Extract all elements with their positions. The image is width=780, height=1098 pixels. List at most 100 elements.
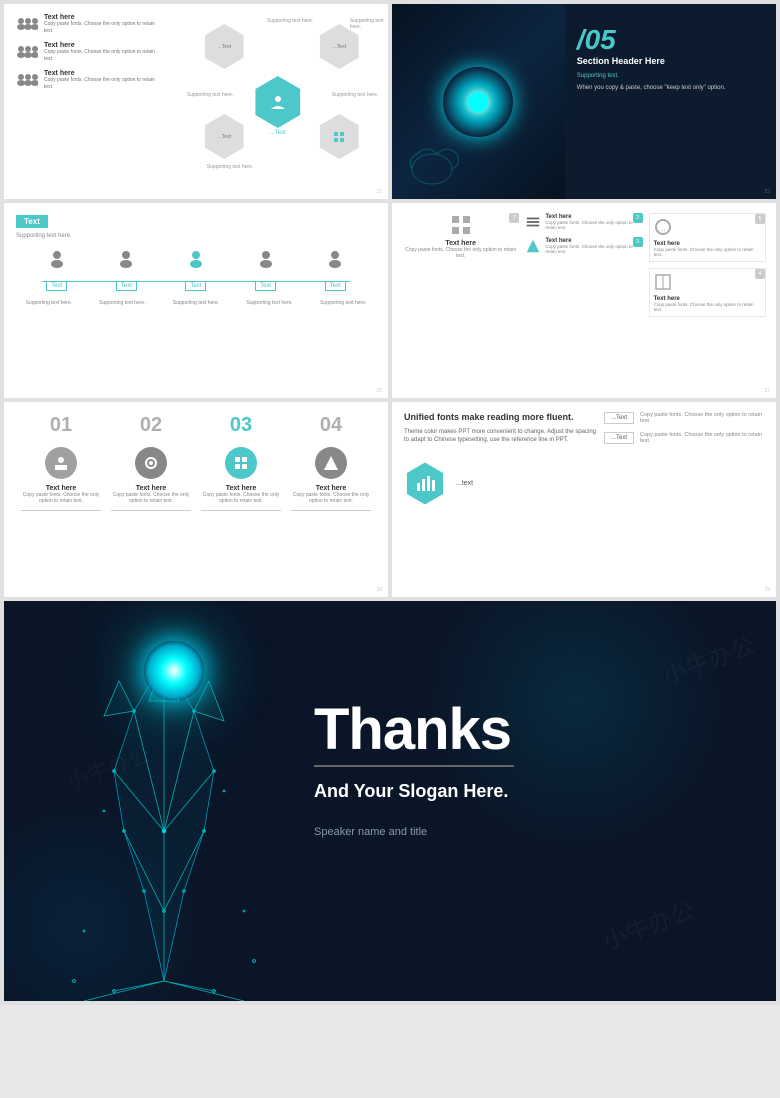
watermark-2: 小牛办公: [597, 891, 699, 957]
tl-label-1: Text: [46, 281, 67, 291]
tl-label-3: Text: [185, 281, 206, 291]
s6-box-2-desc: Copy paste fonts. Choose the only option…: [640, 432, 764, 444]
s4-page: 27: [764, 388, 770, 394]
people-icon-3: [16, 72, 38, 88]
s4-card-desc-1: Copy paste fonts. Choose the only option…: [402, 247, 519, 259]
people-icon-2: [16, 44, 38, 60]
person-icon-tl-1: [47, 249, 67, 269]
s6-box-2-label: ...Text: [604, 432, 634, 444]
s6-box-1-label: ...Text: [604, 412, 634, 424]
s4-card-title-1: Text here: [402, 240, 519, 247]
s5-item-desc-2: Copy paste fonts. Choose the only option…: [111, 492, 191, 504]
thanks-slogan: And Your Slogan Here.: [314, 781, 514, 802]
tl-label-4: Text: [255, 281, 276, 291]
s1-desc-1: Copy paste fonts. Choose the only option…: [44, 21, 165, 34]
s6-desc: Theme color makes PPT more convenient to…: [404, 428, 596, 445]
s1-page: 21: [376, 189, 382, 195]
slide-thanks: Thanks And Your Slogan Here. Speaker nam…: [4, 601, 776, 1001]
s1-title-3: Text here: [44, 70, 165, 77]
s2-number: /05: [577, 24, 764, 56]
person-icon-tl-4: [256, 249, 276, 269]
s5-item-title-1: Text here: [21, 485, 101, 492]
s5-page: 28: [376, 587, 382, 593]
s2-supporting: Supporting text.: [577, 72, 764, 80]
badge-3: 3: [633, 237, 643, 247]
s5-item-title-4: Text here: [291, 485, 371, 492]
s5-icon-1: [45, 447, 77, 479]
s5-num-03: 03: [230, 414, 252, 437]
person-icon-tl-3: [186, 249, 206, 269]
s1-support-5: Supporting text here.: [207, 164, 253, 170]
s1-support-2: Supporting text here.: [350, 18, 388, 30]
s2-desc: When you copy & paste, choose "keep text…: [577, 84, 764, 92]
s6-hex-text: ...text: [456, 480, 473, 487]
s5-icon-3: [225, 447, 257, 479]
s5-item-desc-4: Copy paste fonts. Choose the only option…: [291, 492, 371, 504]
tl-support-4: Supporting text here.: [240, 300, 300, 306]
tl-support-1: Supporting text here.: [19, 300, 79, 306]
s5-item-desc-3: Copy paste fonts. Choose the only option…: [201, 492, 281, 504]
s6-hex-icon: [415, 473, 435, 493]
s1-title-1: Text here: [44, 14, 165, 21]
badge-4: 4: [755, 269, 765, 279]
tl-label-2: Text: [116, 281, 137, 291]
s5-divider-3: [201, 510, 281, 511]
thanks-title: Thanks: [314, 701, 514, 759]
thanks-speaker: Speaker name and title: [314, 826, 514, 838]
s5-divider-2: [111, 510, 191, 511]
s1-title-2: Text here: [44, 42, 165, 49]
slide-6: Unified fonts make reading more fluent. …: [392, 402, 776, 597]
s1-desc-2: Copy paste fonts. Choose the only option…: [44, 49, 165, 62]
s5-num-01: 01: [50, 414, 72, 437]
s5-item-desc-1: Copy paste fonts. Choose the only option…: [21, 492, 101, 504]
badge-7: 7: [509, 213, 519, 223]
hand-figure: [24, 611, 294, 1001]
slide-2: /05 Section Header Here Supporting text.…: [392, 4, 776, 199]
s5-divider-1: [21, 510, 101, 511]
person-icon-tl-5: [325, 249, 345, 269]
thanks-underline: [314, 765, 514, 767]
tl-support-5: Supporting text here.: [313, 300, 373, 306]
s5-num-02: 02: [140, 414, 162, 437]
s6-main-title: Unified fonts make reading more fluent.: [404, 412, 596, 424]
s4-card-desc-4: Copy paste fonts. Choose the only option…: [654, 247, 761, 257]
s3-tag: Text: [16, 215, 48, 228]
s5-icon-2: [135, 447, 167, 479]
s3-page: 25: [376, 388, 382, 394]
s6-page: 29: [764, 587, 770, 593]
s1-support-1: Supporting text here.: [267, 18, 313, 24]
orb-glow: [144, 641, 204, 701]
s4-card-desc-5: Copy paste fonts. Choose the only option…: [654, 302, 761, 312]
s1-support-3: Supporting text here.: [187, 92, 233, 98]
s3-supporting: Supporting text here.: [16, 233, 376, 239]
card-icon-1: [449, 213, 473, 237]
card-icon-3: [525, 237, 541, 255]
s6-box-1-desc: Copy paste fonts. Choose the only option…: [640, 412, 764, 424]
thanks-content-area: Thanks And Your Slogan Here. Speaker nam…: [314, 701, 514, 838]
s4-card-desc-3: Copy paste fonts. Choose the only option…: [545, 244, 642, 254]
watermark-1: 小牛办公: [657, 626, 759, 692]
s2-page: 22: [764, 189, 770, 195]
slide-1: Text here Copy paste fonts. Choose the o…: [4, 4, 388, 199]
s6-hex: [404, 462, 446, 504]
badge-2: 2: [633, 213, 643, 223]
card-icon-4: ...: [654, 218, 672, 236]
s4-card-desc-2: Copy paste fonts. Choose the only option…: [545, 220, 642, 230]
s5-num-04: 04: [320, 414, 342, 437]
card-icon-2: [525, 213, 541, 231]
s1-desc-3: Copy paste fonts. Choose the only option…: [44, 77, 165, 90]
s5-item-title-3: Text here: [201, 485, 281, 492]
people-icon-1: [16, 16, 38, 32]
tl-support-3: Supporting text here.: [166, 300, 226, 306]
s5-divider-4: [291, 510, 371, 511]
slide-4: 7 Text here Copy paste fonts. Choose the…: [392, 203, 776, 398]
s5-icon-4: [315, 447, 347, 479]
s5-item-title-2: Text here: [111, 485, 191, 492]
slide-5: 01 02 03 04: [4, 402, 388, 597]
slide-3: Text Supporting text here. Text Text: [4, 203, 388, 398]
tl-label-5: Text: [325, 281, 346, 291]
tl-support-2: Supporting text here.: [92, 300, 152, 306]
badge-5: 5: [755, 214, 765, 224]
svg-text:...: ...: [659, 224, 666, 233]
s1-support-4: Supporting text here.: [332, 92, 378, 98]
